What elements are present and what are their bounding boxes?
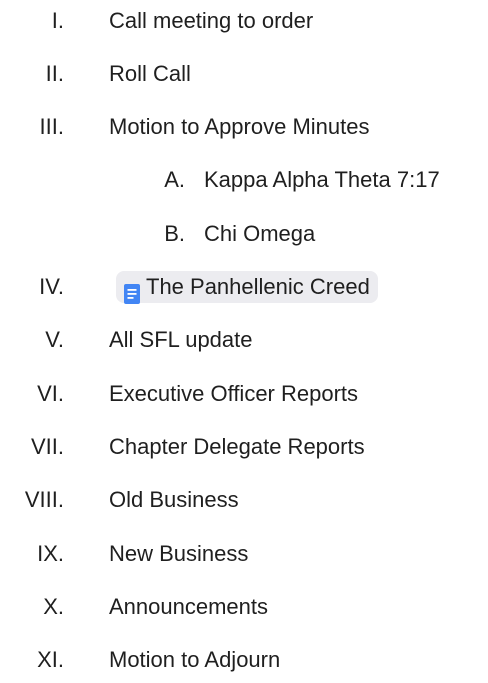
item-text: All SFL update: [109, 327, 253, 352]
item-text: Announcements: [109, 594, 268, 619]
item-numeral: VI.: [37, 381, 64, 406]
item-text: Motion to Adjourn: [109, 647, 281, 672]
agenda-list: I. Call meeting to order II. Roll Call I…: [0, 0, 488, 683]
agenda-subitem: A. Kappa Alpha Theta 7:17: [0, 160, 488, 200]
google-docs-icon: [124, 277, 140, 304]
agenda-item: VIII. Old Business: [0, 480, 488, 520]
agenda-item: IX. New Business: [0, 534, 488, 574]
item-numeral: III.: [39, 114, 64, 139]
item-numeral: I.: [51, 8, 64, 33]
agenda-item: IV. The Panhellenic Creed: [0, 267, 488, 307]
subitem-letter: A.: [164, 167, 185, 192]
item-text: New Business: [109, 541, 249, 566]
agenda-item: III. Motion to Approve Minutes: [0, 107, 488, 147]
item-numeral: II.: [45, 61, 64, 86]
item-text: Roll Call: [109, 61, 191, 86]
item-numeral: VIII.: [24, 487, 64, 512]
agenda-item: I. Call meeting to order: [0, 1, 488, 41]
item-text: Motion to Approve Minutes: [109, 114, 370, 139]
agenda-item: V. All SFL update: [0, 320, 488, 360]
item-text: Executive Officer Reports: [109, 381, 359, 406]
agenda-item: X. Announcements: [0, 587, 488, 627]
item-numeral: XI.: [37, 647, 64, 672]
doc-smart-chip[interactable]: The Panhellenic Creed: [116, 271, 378, 304]
item-numeral: V.: [45, 327, 64, 352]
item-text: Call meeting to order: [109, 8, 314, 33]
subitem-letter: B.: [164, 221, 185, 246]
item-text: Chapter Delegate Reports: [109, 434, 365, 459]
item-numeral: IV.: [39, 274, 64, 299]
item-text: Old Business: [109, 487, 239, 512]
subitem-text: Kappa Alpha Theta 7:17: [204, 167, 440, 192]
agenda-item: II. Roll Call: [0, 54, 488, 94]
item-numeral: IX.: [37, 541, 64, 566]
subitem-text: Chi Omega: [204, 221, 316, 246]
item-numeral: X.: [43, 594, 64, 619]
item-numeral: VII.: [30, 434, 64, 459]
agenda-item: XI. Motion to Adjourn: [0, 640, 488, 680]
doc-chip-label: The Panhellenic Creed: [146, 274, 370, 299]
agenda-item: VI. Executive Officer Reports: [0, 374, 488, 414]
agenda-subitem: B. Chi Omega: [0, 214, 488, 254]
agenda-item: VII. Chapter Delegate Reports: [0, 427, 488, 467]
